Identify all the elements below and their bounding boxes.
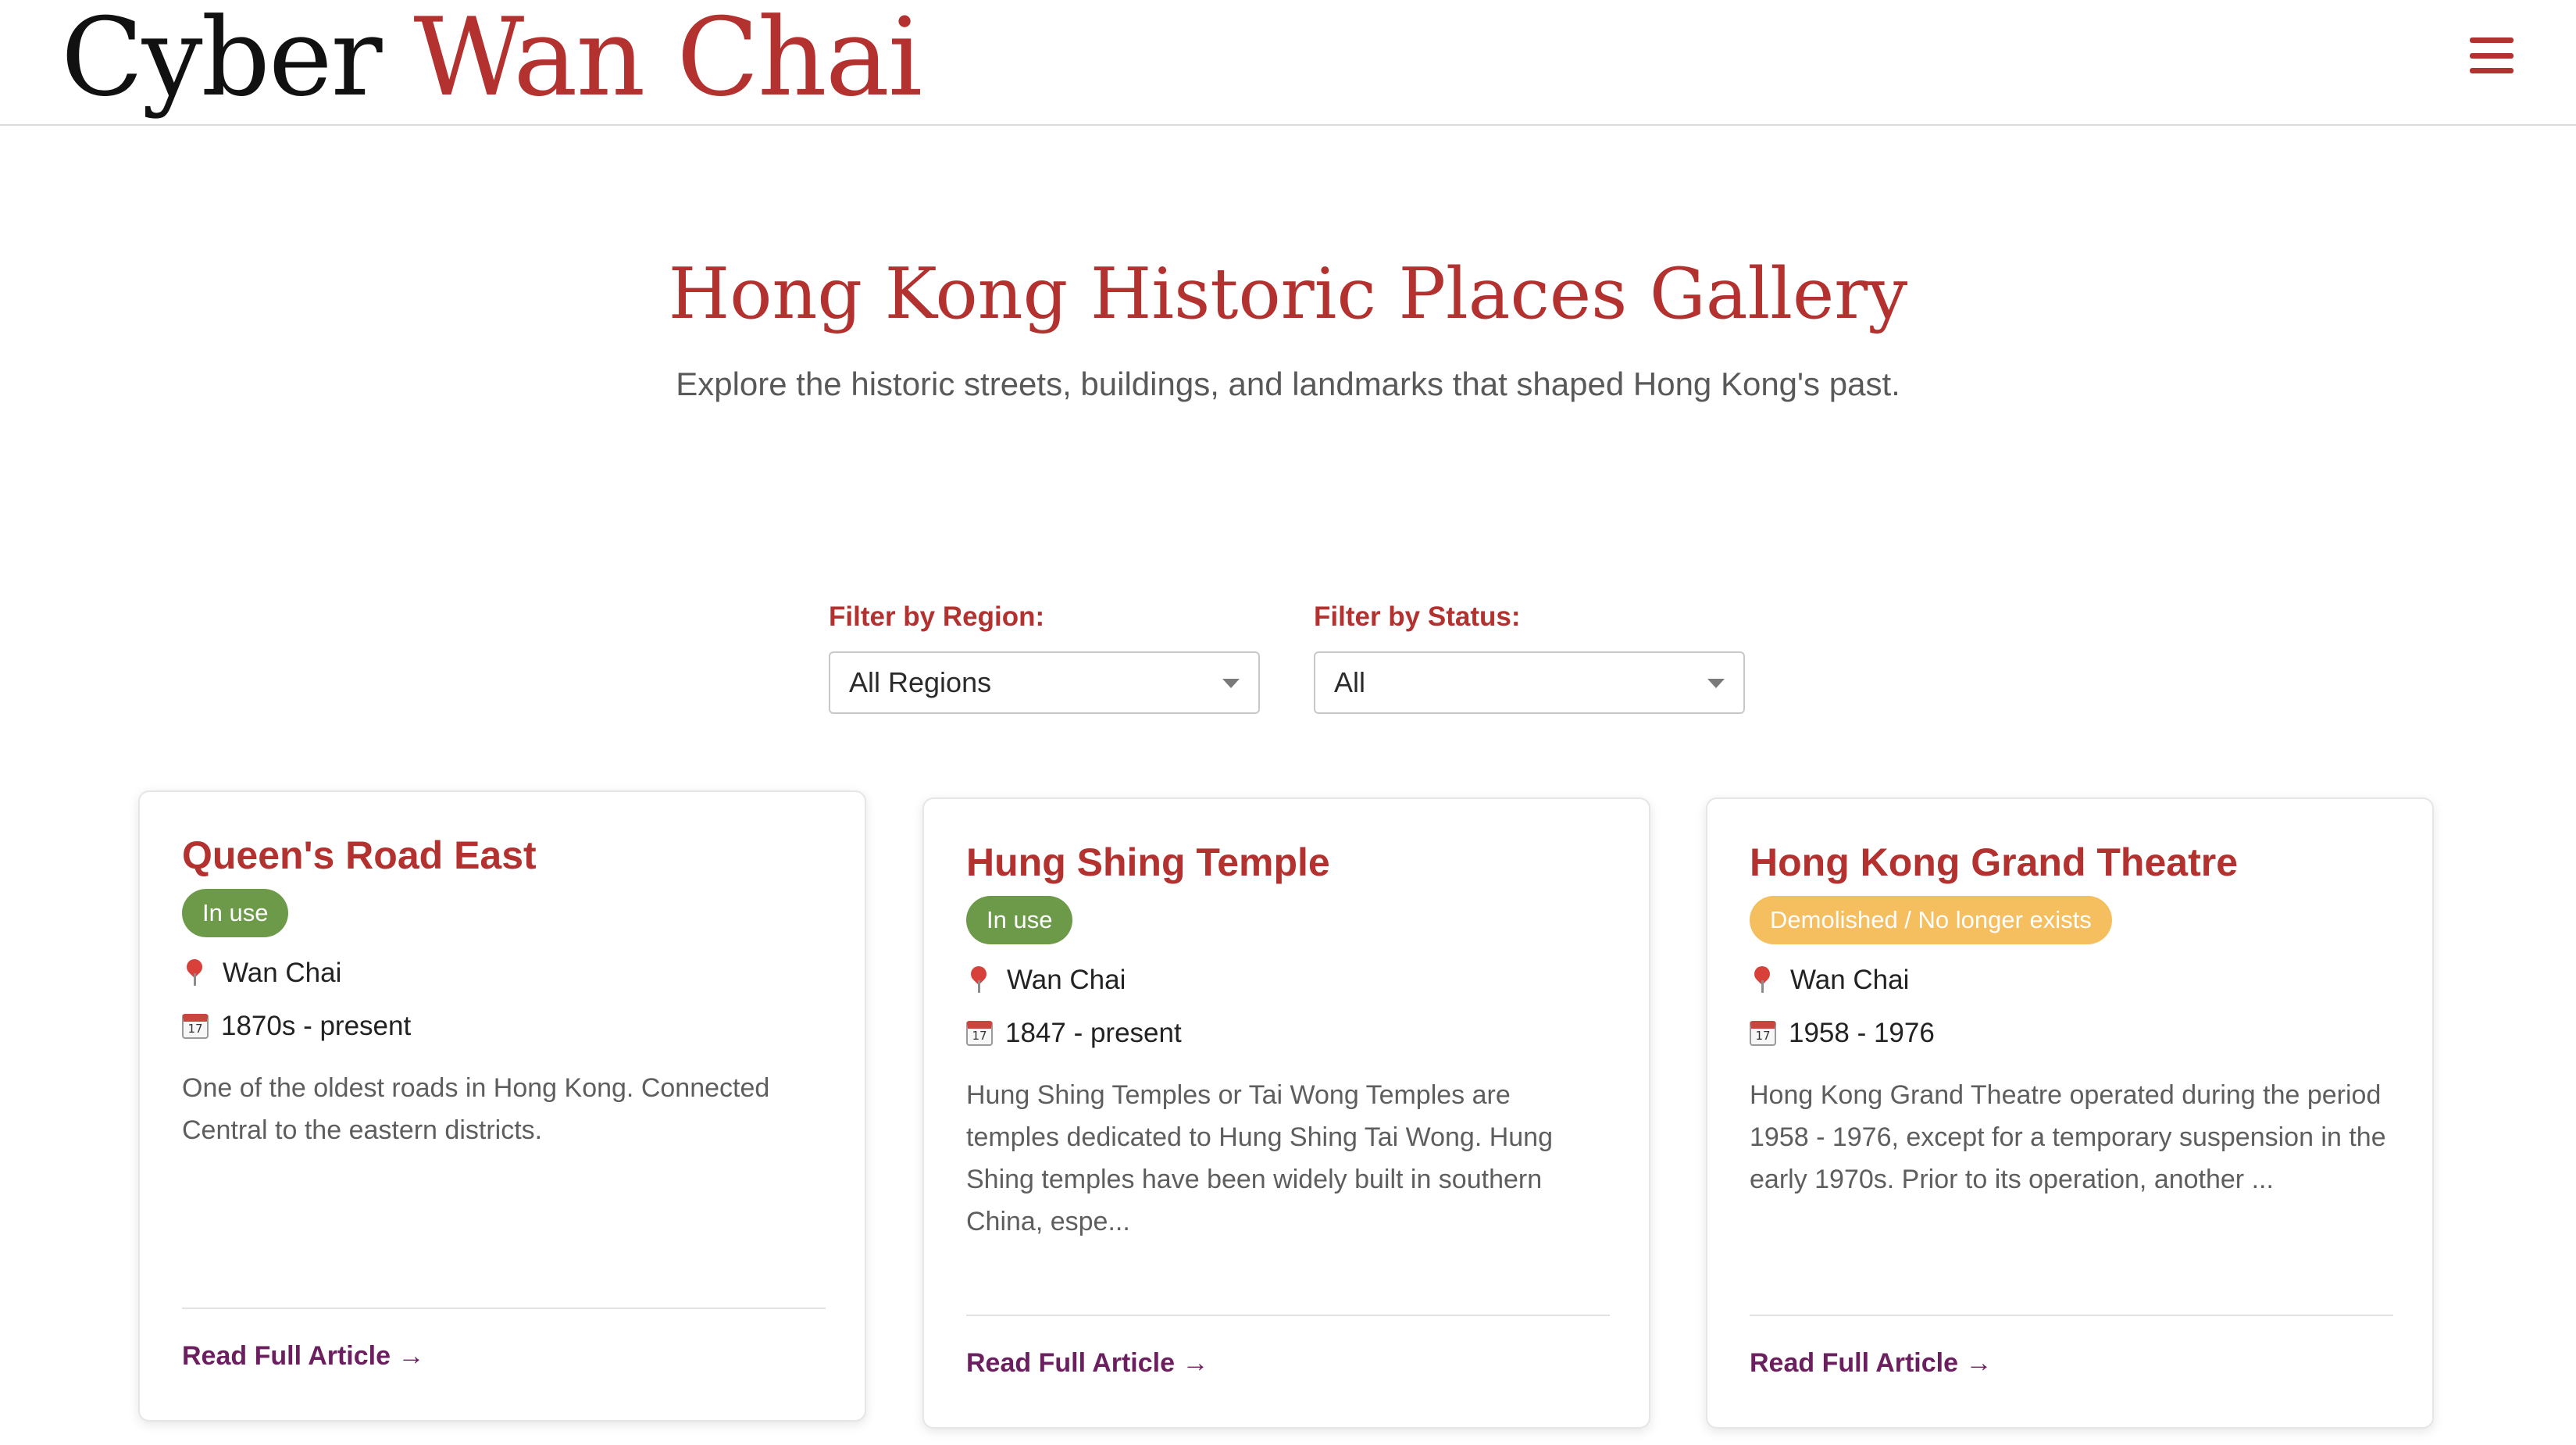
card-footer: Read Full Article →: [182, 1308, 826, 1376]
region-select-value: All Regions: [849, 666, 992, 698]
calendar-icon: 17: [182, 1014, 209, 1039]
card-region: Wan Chai: [182, 954, 826, 992]
card-region: Wan Chai: [1750, 962, 2393, 999]
page-subtitle: Explore the historic streets, buildings,…: [676, 366, 1900, 402]
status-filter: Filter by Status: All: [1314, 597, 1745, 714]
card-region-text: Wan Chai: [1790, 965, 1910, 995]
chevron-down-icon: [1707, 679, 1725, 688]
card-period-text: 1958 - 1976: [1789, 1018, 1935, 1048]
map-pin-icon: [969, 965, 988, 996]
page-title: Hong Kong Historic Places Gallery: [668, 253, 1908, 335]
card-footer: Read Full Article →: [1750, 1315, 2393, 1383]
menu-bar: [2470, 37, 2514, 43]
card-footer: Read Full Article →: [966, 1315, 1610, 1383]
place-card[interactable]: Hong Kong Grand Theatre Demolished / No …: [1706, 797, 2434, 1429]
card-region-text: Wan Chai: [223, 958, 342, 988]
read-full-article-link[interactable]: Read Full Article →: [182, 1336, 826, 1376]
card-description: One of the oldest roads in Hong Kong. Co…: [182, 1073, 770, 1145]
site-header: Cyber Wan Chai: [0, 0, 2576, 126]
card-period-text: 1870s - present: [221, 1011, 412, 1041]
logo-text-cyber: Cyber: [61, 0, 383, 120]
card-title[interactable]: Hung Shing Temple: [966, 837, 1610, 888]
status-select-value: All: [1334, 666, 1366, 698]
status-filter-label: Filter by Status:: [1314, 601, 1521, 632]
card-period: 17 1870s - present: [182, 1008, 826, 1045]
place-card[interactable]: Hung Shing Temple In use Wan Chai 17 184…: [922, 797, 1650, 1429]
map-pin-icon: [185, 958, 204, 989]
chevron-down-icon: [1222, 679, 1240, 688]
card-title[interactable]: Queen's Road East: [182, 830, 826, 881]
card-period: 17 1847 - present: [966, 1015, 1610, 1052]
read-full-article-link[interactable]: Read Full Article →: [1750, 1343, 2393, 1383]
logo-text-wan-chai: Wan Chai: [413, 0, 922, 120]
status-badge: In use: [182, 889, 289, 937]
menu-bar: [2470, 68, 2514, 73]
card-description: Hung Shing Temples or Tai Wong Temples a…: [966, 1080, 1554, 1236]
menu-bar: [2470, 52, 2514, 59]
read-full-article-link[interactable]: Read Full Article →: [966, 1343, 1610, 1383]
card-title[interactable]: Hong Kong Grand Theatre: [1750, 837, 2393, 888]
status-badge: Demolished / No longer exists: [1750, 896, 2112, 944]
status-badge: In use: [966, 896, 1073, 944]
card-period-text: 1847 - present: [1005, 1018, 1182, 1048]
calendar-icon: 17: [1750, 1021, 1776, 1046]
site-logo[interactable]: Cyber Wan Chai: [61, 0, 922, 120]
map-pin-icon: [1753, 965, 1771, 996]
region-filter: Filter by Region: All Regions: [829, 597, 1260, 714]
card-region: Wan Chai: [966, 962, 1610, 999]
card-period: 17 1958 - 1976: [1750, 1015, 2393, 1052]
calendar-icon: 17: [966, 1021, 993, 1046]
place-card[interactable]: Queen's Road East In use Wan Chai 17 187…: [138, 790, 866, 1422]
status-select[interactable]: All: [1314, 651, 1745, 714]
hamburger-menu-icon[interactable]: [2470, 37, 2514, 73]
region-filter-label: Filter by Region:: [829, 601, 1045, 632]
region-select[interactable]: All Regions: [829, 651, 1260, 714]
card-description: Hong Kong Grand Theatre operated during …: [1750, 1080, 2386, 1194]
card-region-text: Wan Chai: [1007, 965, 1126, 995]
